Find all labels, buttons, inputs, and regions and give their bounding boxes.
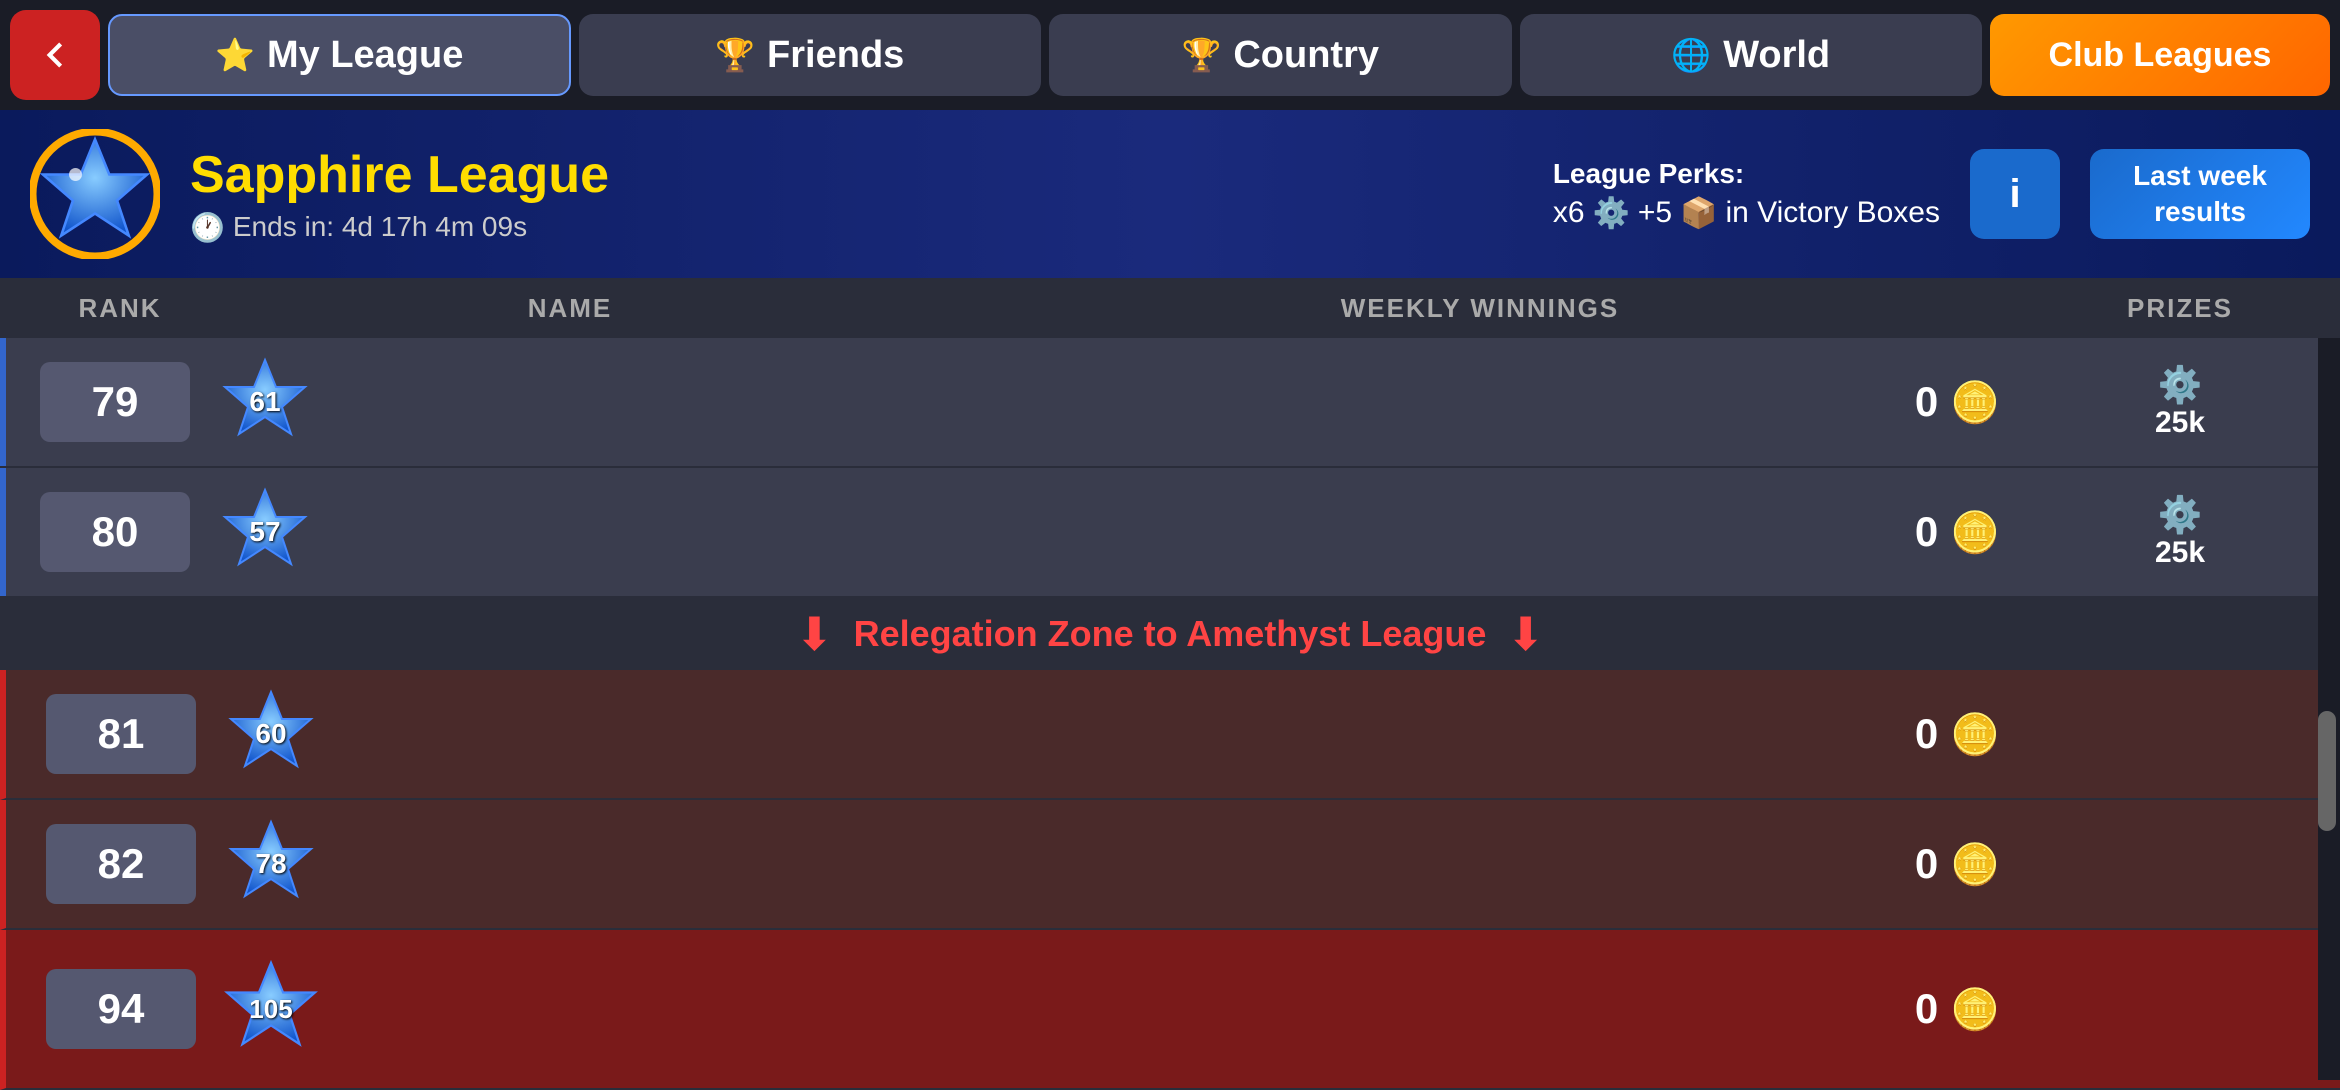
- perks-in-label: in Victory Boxes: [1725, 196, 1940, 230]
- scrollbar-thumb[interactable]: [2318, 711, 2336, 831]
- winnings-value: 0: [1915, 378, 1938, 426]
- clock-icon: 🕐: [190, 211, 225, 244]
- star-icon: ⭐: [215, 36, 255, 74]
- arrow-down-icon-2: ⬇: [1506, 607, 1545, 661]
- gear-icon: ⚙️: [1593, 196, 1630, 231]
- prize-value: 25k: [2155, 536, 2205, 570]
- table-row: 82 78 0 🪙: [0, 800, 2340, 930]
- coin-icon: 🪙: [1950, 711, 2000, 758]
- winnings-value: 0: [1915, 710, 1938, 758]
- winnings: 0 🪙: [1640, 378, 2040, 426]
- info-icon: i: [2009, 172, 2020, 217]
- perks-title: League Perks:: [1553, 158, 1744, 190]
- table-body: 79 61 0 🪙 ⚙️ 25k 80: [0, 338, 2340, 1090]
- row-accent: [0, 468, 6, 596]
- relegation-divider: ⬇ Relegation Zone to Amethyst League ⬇: [0, 598, 2340, 670]
- table-row: 80 57 0 🪙 ⚙️ 25k: [0, 468, 2340, 598]
- tab-country[interactable]: 🏆 Country: [1049, 14, 1512, 96]
- rank-value: 80: [40, 492, 190, 572]
- header-name: NAME: [220, 293, 920, 324]
- header-prizes: PRIZES: [2040, 293, 2320, 324]
- tab-my-league[interactable]: ⭐ My League: [108, 14, 571, 96]
- tab-world[interactable]: 🌐 World: [1520, 14, 1983, 96]
- league-name: Sapphire League: [190, 145, 1523, 205]
- prize-icon: ⚙️: [2158, 494, 2203, 536]
- league-ends-label: Ends in: 4d 17h 4m 09s: [233, 211, 527, 243]
- country-icon: 🏆: [1182, 36, 1222, 74]
- scrollbar[interactable]: [2318, 338, 2340, 1080]
- table-row: 81 60 0 🪙: [0, 670, 2340, 800]
- rank-value: 94: [46, 969, 196, 1049]
- player-star: 78: [216, 809, 326, 919]
- header-weekly-winnings: WEEKLY WINNINGS: [920, 293, 2040, 324]
- table-row: 79 61 0 🪙 ⚙️ 25k: [0, 338, 2340, 468]
- winnings: 0 🪙: [1640, 985, 2040, 1033]
- rank-value: 79: [40, 362, 190, 442]
- winnings: 0 🪙: [1640, 840, 2040, 888]
- info-button[interactable]: i: [1970, 149, 2060, 239]
- prize-area: ⚙️ 25k: [2040, 364, 2320, 440]
- player-level: 57: [249, 516, 280, 548]
- player-star: 60: [216, 679, 326, 789]
- table-row-current-player: 94 105 0 🪙: [0, 930, 2340, 1090]
- league-star-icon: [30, 129, 160, 259]
- player-level: 105: [249, 994, 292, 1025]
- prize-icon: ⚙️: [2158, 364, 2203, 406]
- league-perks: League Perks: x6 ⚙️ +5 📦 in Victory Boxe…: [1553, 158, 1940, 231]
- tab-world-label: World: [1723, 34, 1830, 77]
- coin-icon: 🪙: [1950, 841, 2000, 888]
- tab-country-label: Country: [1233, 34, 1379, 77]
- coin-icon: 🪙: [1950, 509, 2000, 556]
- winnings-value: 0: [1915, 840, 1938, 888]
- row-accent: [0, 338, 6, 466]
- league-info: Sapphire League 🕐 Ends in: 4d 17h 4m 09s: [190, 145, 1523, 244]
- league-header: Sapphire League 🕐 Ends in: 4d 17h 4m 09s…: [0, 110, 2340, 278]
- club-leagues-button[interactable]: Club Leagues: [1990, 14, 2330, 96]
- header-rank: RANK: [20, 293, 220, 324]
- table-header: RANK NAME WEEKLY WINNINGS PRIZES: [0, 278, 2340, 338]
- player-level: 61: [249, 386, 280, 418]
- box-icon: 📦: [1680, 196, 1717, 231]
- perks-multiplier: x6: [1553, 196, 1585, 230]
- coin-icon: 🪙: [1950, 986, 2000, 1033]
- tab-friends-label: Friends: [767, 34, 904, 77]
- friends-icon: 🏆: [715, 36, 755, 74]
- top-navigation: ⭐ My League 🏆 Friends 🏆 Country 🌐 World …: [0, 0, 2340, 110]
- prize-value: 25k: [2155, 406, 2205, 440]
- player-star: 61: [210, 347, 320, 457]
- tab-friends[interactable]: 🏆 Friends: [579, 14, 1042, 96]
- relegation-text: Relegation Zone to Amethyst League: [854, 613, 1487, 655]
- arrow-down-icon: ⬇: [795, 607, 834, 661]
- player-level: 78: [255, 848, 286, 880]
- player-star: 105: [216, 954, 326, 1064]
- rank-value: 81: [46, 694, 196, 774]
- winnings-value: 0: [1915, 508, 1938, 556]
- player-star: 57: [210, 477, 320, 587]
- perks-content: x6 ⚙️ +5 📦 in Victory Boxes: [1553, 196, 1940, 231]
- back-button[interactable]: [10, 10, 100, 100]
- perks-plus: +5: [1638, 196, 1672, 230]
- tab-my-league-label: My League: [267, 34, 463, 77]
- coin-icon: 🪙: [1950, 379, 2000, 426]
- player-level: 60: [255, 718, 286, 750]
- rank-value: 82: [46, 824, 196, 904]
- last-week-label: Last weekresults: [2133, 158, 2267, 231]
- winnings: 0 🪙: [1640, 710, 2040, 758]
- club-leagues-label: Club Leagues: [2049, 36, 2272, 75]
- last-week-button[interactable]: Last weekresults: [2090, 149, 2310, 239]
- winnings-value: 0: [1915, 985, 1938, 1033]
- winnings: 0 🪙: [1640, 508, 2040, 556]
- world-icon: 🌐: [1671, 36, 1711, 74]
- prize-area: ⚙️ 25k: [2040, 494, 2320, 570]
- league-ends: 🕐 Ends in: 4d 17h 4m 09s: [190, 211, 1523, 244]
